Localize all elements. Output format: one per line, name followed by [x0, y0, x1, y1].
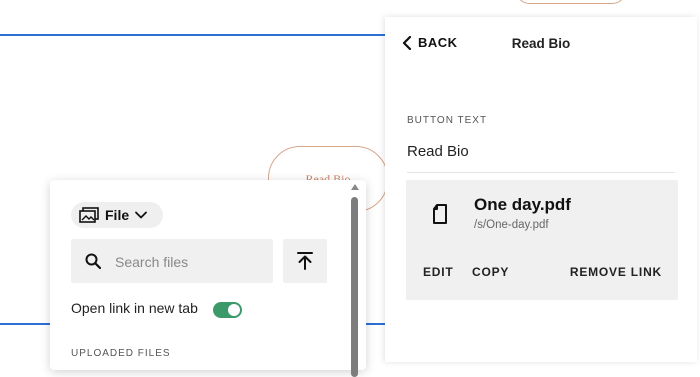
upload-icon	[297, 252, 313, 270]
search-input[interactable]	[113, 239, 267, 285]
file-name: One day.pdf	[474, 195, 571, 214]
open-new-tab-toggle[interactable]	[213, 302, 242, 318]
file-search-box	[71, 239, 273, 285]
linked-file-card: One day.pdf /s/One-day.pdf EDIT COPY REM…	[406, 180, 678, 300]
file-path: /s/One-day.pdf	[474, 219, 549, 231]
button-text-field[interactable]: Read Bio	[407, 143, 675, 173]
file-picker-popover: File Open link in new tab UPLOADED FILES	[50, 180, 366, 377]
popover-scrollbar[interactable]	[350, 184, 360, 377]
link-type-dropdown[interactable]: File	[71, 202, 163, 228]
scroll-up-arrow-icon[interactable]	[351, 184, 359, 190]
link-editor-panel: BACK Read Bio BUTTON TEXT Read Bio One d…	[385, 17, 697, 362]
panel-header: BACK Read Bio	[385, 17, 697, 69]
images-icon	[79, 207, 99, 223]
remove-link-button[interactable]: REMOVE LINK	[570, 265, 662, 279]
scroll-thumb[interactable]	[351, 197, 358, 377]
file-actions: EDIT COPY REMOVE LINK	[406, 265, 678, 281]
canvas-button-partial[interactable]	[515, 0, 627, 4]
copy-button[interactable]: COPY	[472, 265, 509, 279]
open-new-tab-label: Open link in new tab	[71, 300, 198, 316]
uploaded-files-label: UPLOADED FILES	[71, 348, 171, 359]
link-type-label: File	[105, 207, 130, 223]
search-icon	[85, 253, 101, 269]
chevron-down-icon	[135, 211, 148, 219]
button-text-label: BUTTON TEXT	[407, 115, 488, 126]
edit-button[interactable]: EDIT	[423, 265, 454, 279]
upload-button[interactable]	[283, 239, 327, 283]
document-icon	[433, 204, 447, 224]
section-guide-top	[0, 34, 385, 36]
panel-title: Read Bio	[511, 36, 571, 51]
